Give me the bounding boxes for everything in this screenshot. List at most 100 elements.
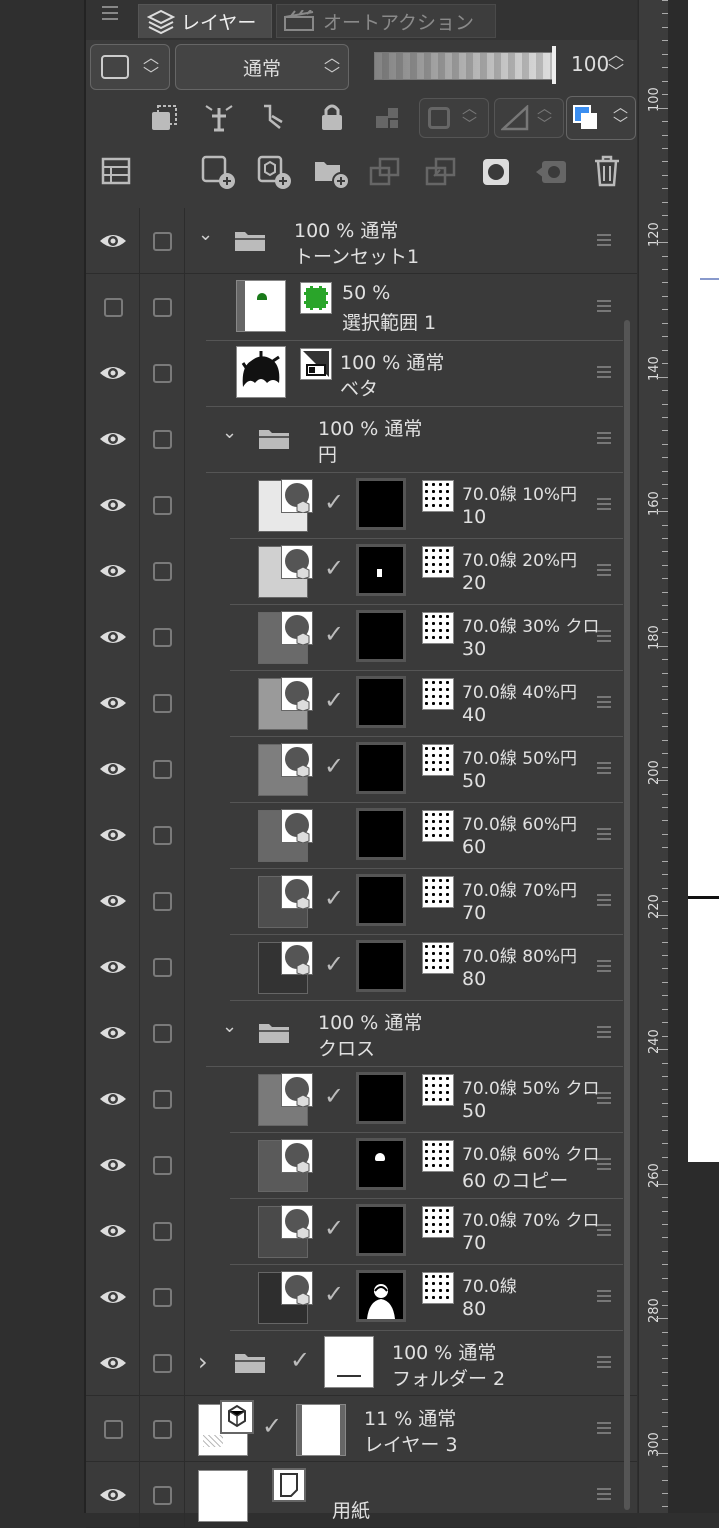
layer-name-label[interactable]: 10 <box>462 506 486 528</box>
layer-property-icon[interactable] <box>100 156 132 186</box>
eye-icon[interactable] <box>98 1088 128 1110</box>
layer-name-label[interactable]: 30 <box>462 638 486 660</box>
eye-icon[interactable] <box>98 626 128 648</box>
layer-name-label[interactable]: 50 <box>462 1100 486 1122</box>
check-icon[interactable]: ✓ <box>290 1346 310 1374</box>
layer-row-folder2[interactable]: › ✓ 100 % 通常 フォルダー 2 <box>86 1330 637 1396</box>
reference-layer-icon[interactable] <box>202 102 236 132</box>
eye-icon[interactable] <box>98 956 128 978</box>
drag-handle-icon[interactable] <box>597 1224 611 1236</box>
eye-icon[interactable] <box>98 362 128 384</box>
layer-name-label[interactable]: 60 のコピー <box>462 1166 568 1193</box>
check-icon[interactable]: ✓ <box>324 686 344 714</box>
drag-handle-icon[interactable] <box>597 696 611 708</box>
create-mask-icon[interactable] <box>480 156 512 188</box>
layer-name-label[interactable]: 選択範囲 1 <box>342 308 436 335</box>
eye-icon[interactable] <box>98 494 128 516</box>
layer-mask-thumbnail[interactable] <box>356 676 406 728</box>
check-icon[interactable]: ✓ <box>324 554 344 582</box>
menu-icon[interactable] <box>102 6 118 20</box>
layer-name-label[interactable]: 70 <box>462 1232 486 1254</box>
select-checkbox[interactable] <box>153 760 172 779</box>
layer-row-tone-set[interactable]: ⌄ 100 % 通常 トーンセット1 <box>86 208 637 274</box>
chevron-down-icon[interactable]: ⌄ <box>222 1016 237 1037</box>
layer-row-c80[interactable]: ✓ 70.0線 80%円 80 <box>86 934 637 1001</box>
visibility-checkbox[interactable] <box>104 298 123 317</box>
new-folder-icon[interactable] <box>312 154 350 190</box>
opacity-slider[interactable] <box>374 52 554 80</box>
eye-icon[interactable] <box>98 1286 128 1308</box>
select-checkbox[interactable] <box>153 1090 172 1109</box>
check-icon[interactable]: ✓ <box>324 1280 344 1308</box>
check-icon[interactable]: ✓ <box>324 488 344 516</box>
drag-handle-icon[interactable] <box>597 366 611 378</box>
layer-name-label[interactable]: 40 <box>462 704 486 726</box>
eye-icon[interactable] <box>98 692 128 714</box>
drag-handle-icon[interactable] <box>597 1158 611 1170</box>
layer-list-scrollbar[interactable] <box>624 320 630 1510</box>
opacity-slider-handle[interactable] <box>552 46 556 84</box>
drag-handle-icon[interactable] <box>597 960 611 972</box>
layer-row-beta[interactable]: 100 % 通常 ベタ <box>86 340 637 407</box>
layer-mask-thumbnail[interactable] <box>356 478 406 530</box>
select-checkbox[interactable] <box>153 958 172 977</box>
layer-name-label[interactable]: 円 <box>318 440 337 467</box>
layer-name-label[interactable]: レイヤー 3 <box>364 1430 458 1457</box>
drag-handle-icon[interactable] <box>597 1422 611 1434</box>
layer-mask-thumbnail[interactable] <box>356 874 406 926</box>
layer-name-label[interactable]: トーンセット1 <box>294 242 419 269</box>
layer-mask-thumbnail[interactable] <box>356 610 406 662</box>
layer-mask-thumbnail[interactable] <box>356 544 406 596</box>
layer-mask-thumbnail[interactable] <box>356 940 406 992</box>
layer-name-label[interactable]: クロス <box>318 1034 375 1061</box>
select-checkbox[interactable] <box>153 1222 172 1241</box>
lock-icon[interactable] <box>318 102 346 132</box>
check-icon[interactable]: ✓ <box>324 1082 344 1110</box>
drag-handle-icon[interactable] <box>597 1488 611 1500</box>
new-vector-layer-icon[interactable] <box>256 154 292 190</box>
check-icon[interactable]: ✓ <box>324 1214 344 1242</box>
layer-row-c10[interactable]: ✓ 70.0線 10%円 10 <box>86 472 637 539</box>
drag-handle-icon[interactable] <box>597 1026 611 1038</box>
tab-layer[interactable]: レイヤー <box>138 4 272 38</box>
layer-name-label[interactable]: ベタ <box>340 374 378 401</box>
layer-color-toggle[interactable]: ︿ ﹀ <box>566 96 636 140</box>
layer-mask-thumbnail[interactable] <box>296 1404 346 1456</box>
check-icon[interactable]: ✓ <box>324 620 344 648</box>
select-checkbox[interactable] <box>153 1288 172 1307</box>
layer-row-x60[interactable]: 70.0線 60% クロ 60 のコピー <box>86 1132 637 1199</box>
layer-mask-thumbnail[interactable] <box>356 1204 406 1256</box>
blend-mode-select[interactable]: 通常 ︿ ﹀ <box>175 44 349 90</box>
eye-icon[interactable] <box>98 1484 128 1506</box>
canvas-page[interactable] <box>688 0 719 1162</box>
select-checkbox[interactable] <box>153 694 172 713</box>
layer-row-cross-folder[interactable]: ⌄ 100 % 通常 クロス <box>86 1000 637 1067</box>
layer-name-label[interactable]: フォルダー 2 <box>392 1364 505 1391</box>
eye-icon[interactable] <box>98 890 128 912</box>
check-icon[interactable]: ✓ <box>262 1412 282 1440</box>
layer-name-label[interactable]: 70 <box>462 902 486 924</box>
select-checkbox[interactable] <box>153 1024 172 1043</box>
layer-color-dropdown[interactable]: ︿ ﹀ <box>90 44 170 90</box>
select-checkbox[interactable] <box>153 628 172 647</box>
eye-icon[interactable] <box>98 230 128 252</box>
eye-icon[interactable] <box>98 758 128 780</box>
select-checkbox[interactable] <box>153 298 172 317</box>
tab-auto-action[interactable]: オートアクション <box>276 4 496 38</box>
layer-row-layer3[interactable]: ✓ 11 % 通常 レイヤー 3 <box>86 1396 637 1462</box>
layer-name-label[interactable]: 80 <box>462 1298 486 1320</box>
layer-row-x50[interactable]: ✓ 70.0線 50% クロ 50 <box>86 1066 637 1133</box>
drag-handle-icon[interactable] <box>597 432 611 444</box>
layer-name-label[interactable]: 50 <box>462 770 486 792</box>
drag-handle-icon[interactable] <box>597 1092 611 1104</box>
layer-row-selection[interactable]: 50 % 選択範囲 1 <box>86 274 637 341</box>
select-checkbox[interactable] <box>153 1420 172 1439</box>
select-checkbox[interactable] <box>153 1486 172 1505</box>
select-checkbox[interactable] <box>153 496 172 515</box>
drag-handle-icon[interactable] <box>597 828 611 840</box>
layer-row-c70[interactable]: ✓ 70.0線 70%円 70 <box>86 868 637 935</box>
new-raster-layer-icon[interactable] <box>200 154 236 190</box>
drag-handle-icon[interactable] <box>597 762 611 774</box>
visibility-checkbox[interactable] <box>104 1420 123 1439</box>
layer-row-x70[interactable]: ✓ 70.0線 70% クロ 70 <box>86 1198 637 1265</box>
